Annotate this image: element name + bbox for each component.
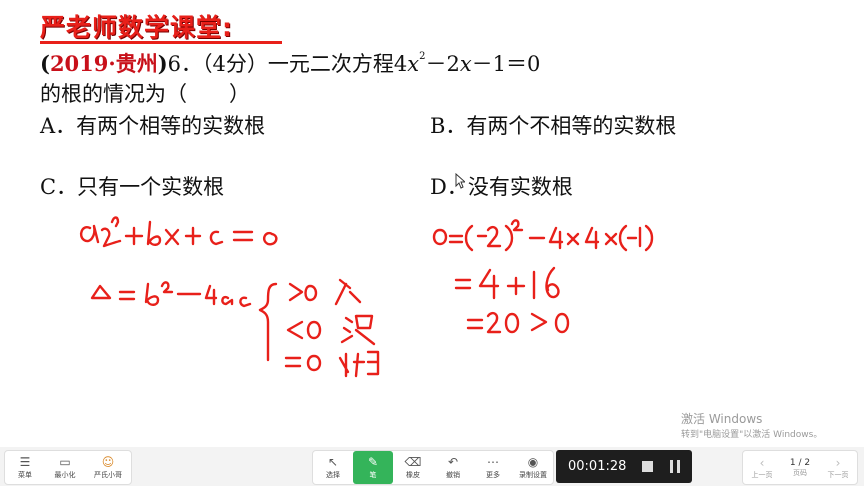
stop-recording-button[interactable] [642, 461, 653, 472]
eraser-tool-label: 橡皮 [406, 471, 420, 479]
page-number-label: 页码 [793, 468, 807, 477]
menu-label: 菜单 [18, 471, 32, 479]
select-tool-label: 选择 [326, 471, 340, 479]
pause-icon-bar-left[interactable] [670, 460, 673, 473]
record-settings-button[interactable]: ◉ 录制设置 [513, 451, 553, 484]
undo-icon: ↶ [447, 455, 459, 469]
minimize-button[interactable]: ▭ 最小化 [45, 451, 85, 484]
record-settings-icon: ◉ [527, 455, 539, 469]
bottom-toolbar: ☰ 菜单 ▭ 最小化 ☺ 严氏小哥 ↖ 选择 ✎ 笔 ⌫ 橡皮 ↶ 撤销 ⋯ 更… [0, 447, 864, 486]
more-label: 更多 [486, 471, 500, 479]
select-tool-button[interactable]: ↖ 选择 [313, 451, 353, 484]
pen-tool-button[interactable]: ✎ 笔 [353, 451, 393, 484]
minimize-icon: ▭ [59, 455, 71, 469]
pen-tool-label: 笔 [369, 471, 377, 479]
handwriting-discriminant [90, 281, 252, 308]
left-toolbar-group: ☰ 菜单 ▭ 最小化 ☺ 严氏小哥 [4, 450, 132, 485]
handwriting-cases [258, 278, 380, 378]
eraser-icon: ⌫ [404, 455, 422, 469]
undo-button[interactable]: ↶ 撤销 [433, 451, 473, 484]
prev-page-label: 上一页 [751, 470, 773, 479]
handwriting-calc-2 [454, 266, 560, 300]
page-navigator: ‹ 上一页 1 / 2 页码 › 下一页 [742, 450, 858, 485]
recording-timer: 00:01:28 [568, 459, 627, 474]
record-settings-label: 录制设置 [519, 471, 547, 479]
menu-icon: ☰ [19, 455, 31, 469]
undo-label: 撤销 [446, 471, 460, 479]
drawing-tools-group: ↖ 选择 ✎ 笔 ⌫ 橡皮 ↶ 撤销 ⋯ 更多 ◉ 录制设置 [312, 450, 554, 485]
prev-page-button[interactable]: ‹ 上一页 [743, 451, 781, 484]
minimize-label: 最小化 [54, 471, 76, 479]
eraser-tool-button[interactable]: ⌫ 橡皮 [393, 451, 433, 484]
chevron-right-icon: › [835, 455, 841, 470]
more-icon: ⋯ [487, 455, 499, 469]
recording-controls: 00:01:28 [556, 450, 692, 483]
activation-watermark-subtitle: 转到"电脑设置"以激活 Windows。 [681, 430, 823, 440]
user-name-label: 严氏小哥 [94, 471, 122, 479]
activation-watermark-title: 激活 Windows [681, 412, 763, 426]
next-page-label: 下一页 [827, 470, 849, 479]
handwriting-general-form [79, 216, 278, 248]
pen-icon: ✎ [367, 455, 379, 469]
handwriting-layer [79, 216, 654, 378]
handwriting-calc-1 [432, 219, 654, 252]
user-profile-button[interactable]: ☺ 严氏小哥 [85, 451, 131, 484]
pause-icon-bar-right[interactable] [677, 460, 680, 473]
page-number: 1 / 2 页码 [781, 451, 819, 484]
chevron-left-icon: ‹ [759, 455, 765, 470]
more-button[interactable]: ⋯ 更多 [473, 451, 513, 484]
page-number-value: 1 / 2 [789, 457, 811, 468]
select-icon: ↖ [327, 455, 339, 469]
avatar-icon: ☺ [101, 455, 115, 469]
next-page-button[interactable]: › 下一页 [819, 451, 857, 484]
menu-button[interactable]: ☰ 菜单 [5, 451, 45, 484]
handwriting-calc-3 [466, 311, 570, 334]
